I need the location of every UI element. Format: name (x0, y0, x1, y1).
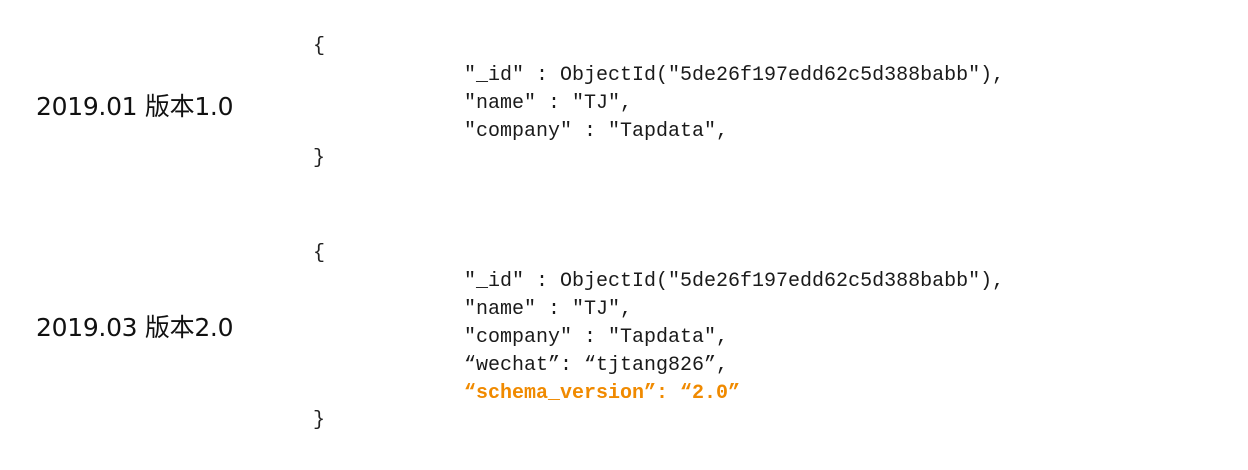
open-brace-1: { (313, 35, 326, 58)
field-wechat-line: “wechat”: “tjtang826”, (464, 354, 729, 377)
open-brace-2: { (313, 242, 326, 265)
field-company-line: "company" : "Tapdata", (464, 326, 729, 349)
field-id-line: "_id" : ObjectId("5de26f197edd62c5d388ba… (464, 270, 1005, 293)
version-label-1: 2019.01 版本1.0 (36, 92, 234, 121)
field-company-line: "company" : "Tapdata", (464, 120, 729, 143)
close-brace-2: } (313, 409, 326, 432)
document-fields-v2: "_id" : ObjectId("5de26f197edd62c5d388ba… (464, 268, 1004, 408)
field-name-line: "name" : "TJ", (464, 298, 633, 321)
document-fields-v1: "_id" : ObjectId("5de26f197edd62c5d388ba… (464, 62, 1004, 146)
field-schema-version-line: “schema_version”: “2.0” (464, 382, 741, 405)
close-brace-1: } (313, 147, 326, 170)
field-id-line: "_id" : ObjectId("5de26f197edd62c5d388ba… (464, 64, 1005, 87)
field-name-line: "name" : "TJ", (464, 92, 633, 115)
version-label-2: 2019.03 版本2.0 (36, 313, 234, 342)
